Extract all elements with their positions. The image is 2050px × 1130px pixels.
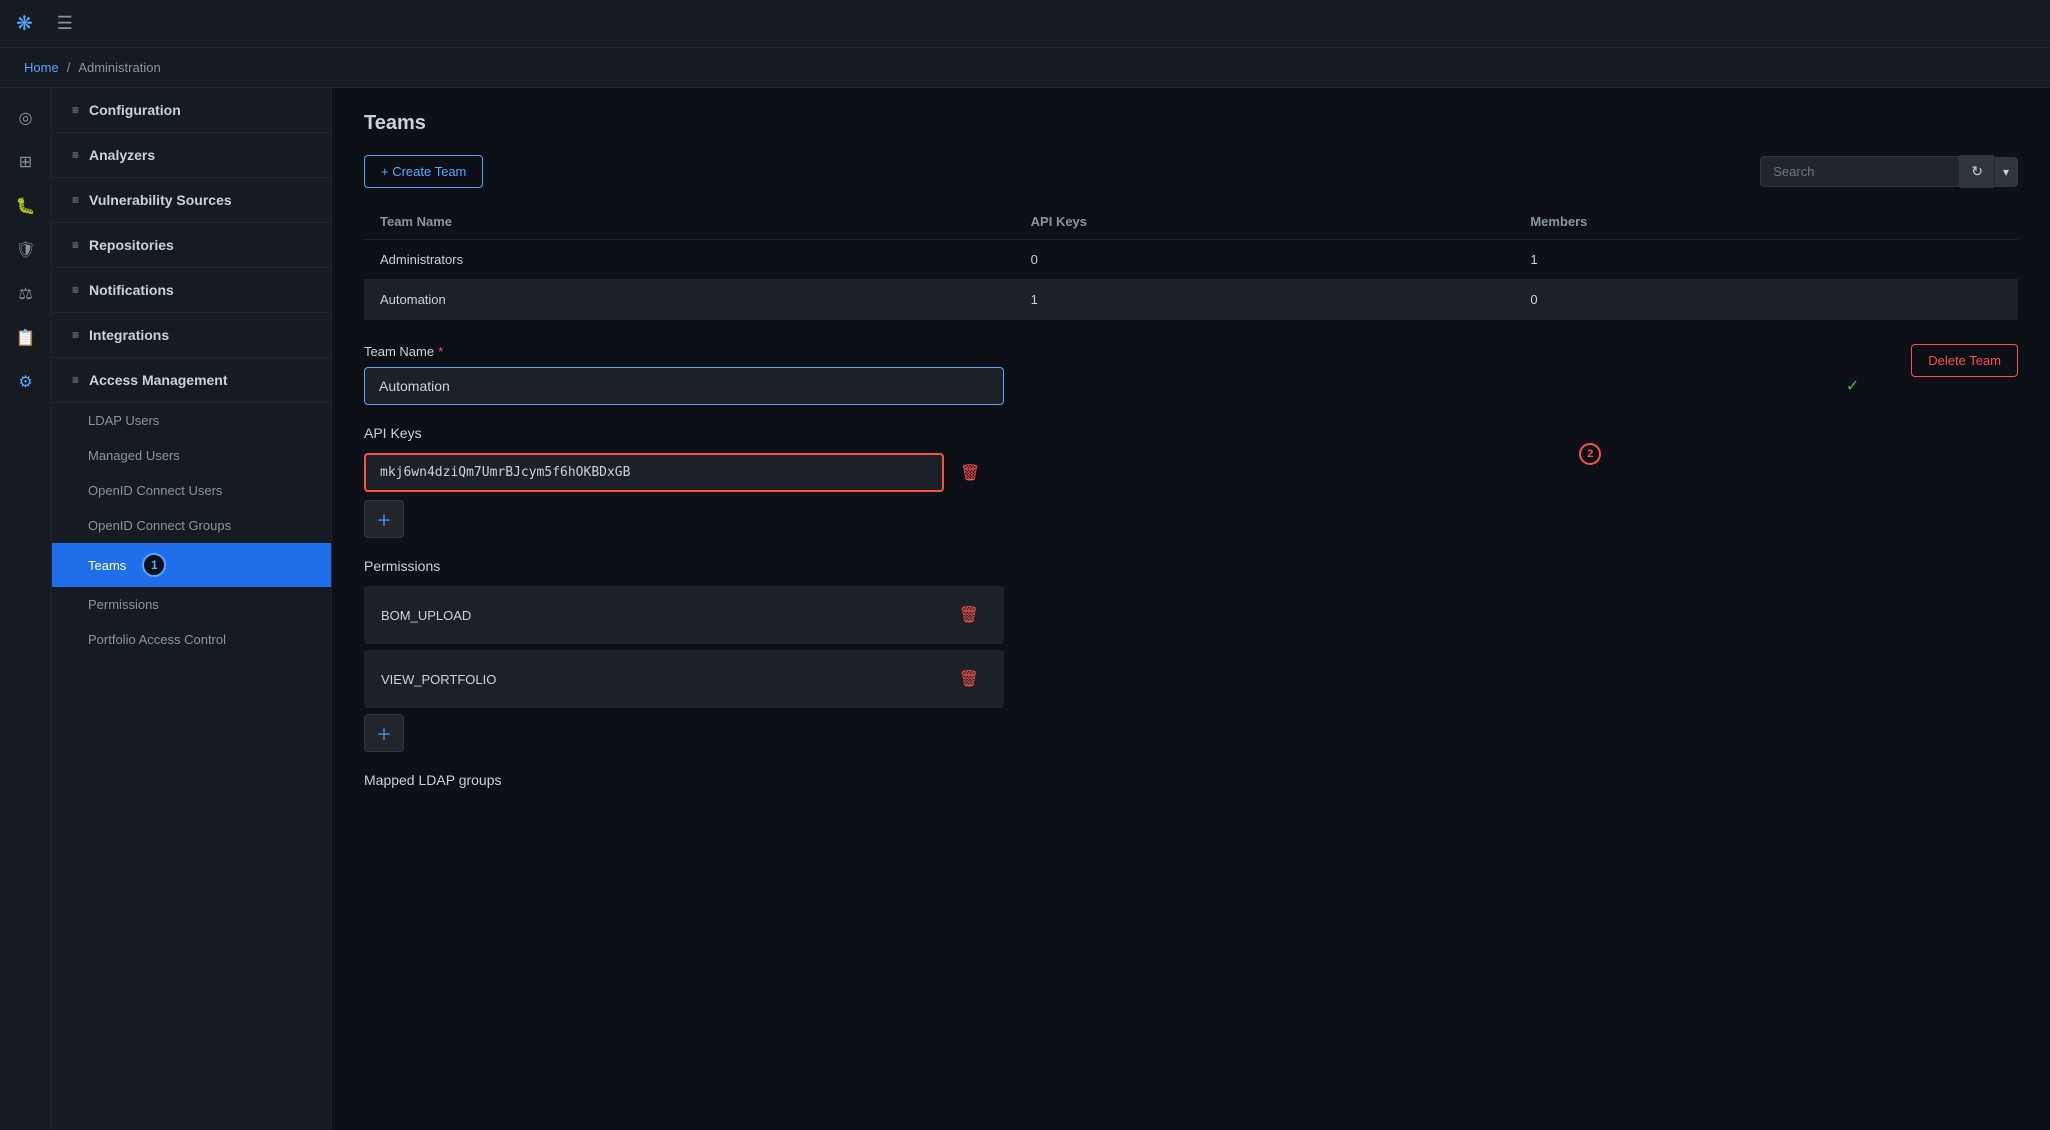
team-name-input-wrapper: ✓ bbox=[364, 367, 1871, 405]
sidebar-item-ldap-users[interactable]: LDAP Users bbox=[52, 403, 331, 438]
icon-rail: ◎ ⊞ 🐛 🛡 ⚖ 📋 ⚙ bbox=[0, 88, 52, 1130]
dropdown-button[interactable]: ▾ bbox=[1994, 157, 2018, 187]
sidebar-section-label: Notifications bbox=[89, 282, 174, 298]
sidebar-item-permissions[interactable]: Permissions bbox=[52, 587, 331, 622]
api-keys-section: API Keys 2 🗑 ＋ bbox=[364, 425, 1871, 538]
sidebar: ≡ Configuration ≡ Analyzers ≡ Vulnerabil… bbox=[52, 88, 332, 1130]
menu-lines-icon: ≡ bbox=[72, 103, 79, 117]
sidebar-section-analyzers[interactable]: ≡ Analyzers bbox=[52, 133, 331, 178]
sidebar-item-openid-connect-users[interactable]: OpenID Connect Users bbox=[52, 473, 331, 508]
nav-gear[interactable]: ⚙ bbox=[8, 364, 44, 400]
api-key-input[interactable] bbox=[364, 453, 944, 492]
sidebar-section-label: Integrations bbox=[89, 327, 169, 343]
delete-team-button[interactable]: Delete Team bbox=[1911, 344, 2018, 377]
sidebar-section-repositories[interactable]: ≡ Repositories bbox=[52, 223, 331, 268]
delete-api-key-button[interactable]: 🗑 bbox=[952, 455, 988, 491]
search-group: ↻ ▾ bbox=[1760, 155, 2018, 188]
sidebar-section-vulnerability-sources[interactable]: ≡ Vulnerability Sources bbox=[52, 178, 331, 223]
menu-lines-icon: ≡ bbox=[72, 373, 79, 387]
mapped-ldap-label: Mapped LDAP groups bbox=[364, 772, 1871, 788]
sidebar-section-label: Vulnerability Sources bbox=[89, 192, 232, 208]
content-area: Teams + Create Team ↻ ▾ Team Name API Ke… bbox=[332, 88, 2050, 1130]
delete-permission-button[interactable]: 🗑 bbox=[951, 597, 987, 633]
api-key-row: 2 🗑 bbox=[364, 453, 1871, 492]
table-row[interactable]: Administrators 0 1 bbox=[364, 240, 2018, 280]
col-api-keys: API Keys bbox=[1015, 204, 1515, 240]
add-permission-button[interactable]: ＋ bbox=[364, 714, 404, 752]
sidebar-section-configuration[interactable]: ≡ Configuration bbox=[52, 88, 331, 133]
permission-row: BOM_UPLOAD 🗑 bbox=[364, 586, 1004, 644]
members-cell: 1 bbox=[1514, 240, 2018, 280]
breadcrumb-current: Administration bbox=[78, 60, 160, 75]
sidebar-item-openid-connect-groups[interactable]: OpenID Connect Groups bbox=[52, 508, 331, 543]
api-keys-cell: 1 bbox=[1015, 280, 1515, 320]
app-logo: ❋ bbox=[16, 11, 33, 36]
sidebar-section-label: Configuration bbox=[89, 102, 181, 118]
form-header: Team Name * ✓ API Keys 2 🗑 bbox=[364, 344, 2018, 808]
sidebar-section-label: Access Management bbox=[89, 372, 228, 388]
breadcrumb-separator: / bbox=[67, 60, 71, 75]
nav-dashboard[interactable]: ◎ bbox=[8, 100, 44, 136]
permission-row: VIEW_PORTFOLIO 🗑 bbox=[364, 650, 1004, 708]
main-layout: ◎ ⊞ 🐛 🛡 ⚖ 📋 ⚙ ≡ Configuration ≡ Analyzer… bbox=[0, 88, 2050, 1130]
menu-lines-icon: ≡ bbox=[72, 148, 79, 162]
sidebar-section-integrations[interactable]: ≡ Integrations bbox=[52, 313, 331, 358]
sidebar-item-managed-users[interactable]: Managed Users bbox=[52, 438, 331, 473]
nav-hierarchy[interactable]: ⊞ bbox=[8, 144, 44, 180]
api-keys-cell: 0 bbox=[1015, 240, 1515, 280]
permission-name: BOM_UPLOAD bbox=[381, 608, 471, 623]
search-input[interactable] bbox=[1760, 156, 1960, 187]
menu-lines-icon: ≡ bbox=[72, 283, 79, 297]
nav-scale[interactable]: ⚖ bbox=[8, 276, 44, 312]
permission-name: VIEW_PORTFOLIO bbox=[381, 672, 496, 687]
required-indicator: * bbox=[438, 344, 443, 359]
team-name-cell: Administrators bbox=[364, 240, 1015, 280]
sidebar-section-access-management[interactable]: ≡ Access Management bbox=[52, 358, 331, 403]
team-name-section: Team Name * ✓ bbox=[364, 344, 1871, 405]
api-key-badge: 2 bbox=[1579, 443, 1601, 465]
sidebar-item-portfolio-access-control[interactable]: Portfolio Access Control bbox=[52, 622, 331, 657]
topbar: ❋ ☰ bbox=[0, 0, 2050, 48]
add-api-key-button[interactable]: ＋ bbox=[364, 500, 404, 538]
col-members: Members bbox=[1514, 204, 2018, 240]
team-name-cell: Automation bbox=[364, 280, 1015, 320]
delete-permission-button[interactable]: 🗑 bbox=[951, 661, 987, 697]
breadcrumb-home[interactable]: Home bbox=[24, 60, 59, 75]
sidebar-item-teams[interactable]: Teams 1 bbox=[52, 543, 331, 587]
nav-shield[interactable]: 🛡 bbox=[8, 232, 44, 268]
toolbar: + Create Team ↻ ▾ bbox=[364, 155, 2018, 188]
team-name-label: Team Name * bbox=[364, 344, 1871, 359]
members-cell: 0 bbox=[1514, 280, 2018, 320]
nav-bug[interactable]: 🐛 bbox=[8, 188, 44, 224]
check-icon: ✓ bbox=[1846, 376, 1859, 396]
refresh-button[interactable]: ↻ bbox=[1960, 155, 1994, 188]
page-title: Teams bbox=[364, 112, 2018, 135]
sidebar-item-teams-label: Teams bbox=[88, 558, 126, 573]
delete-team-wrapper: Delete Team bbox=[1911, 344, 2018, 377]
permissions-label: Permissions bbox=[364, 558, 1871, 574]
create-team-button[interactable]: + Create Team bbox=[364, 155, 483, 188]
mapped-ldap-section: Mapped LDAP groups bbox=[364, 772, 1871, 788]
teams-active-badge: 1 bbox=[142, 553, 166, 577]
nav-document[interactable]: 📋 bbox=[8, 320, 44, 356]
permissions-section: Permissions BOM_UPLOAD 🗑 VIEW_PORTFOLIO … bbox=[364, 558, 1871, 752]
menu-lines-icon: ≡ bbox=[72, 193, 79, 207]
api-keys-label: API Keys bbox=[364, 425, 1871, 441]
form-left: Team Name * ✓ API Keys 2 🗑 bbox=[364, 344, 1871, 808]
teams-table: Team Name API Keys Members Administrator… bbox=[364, 204, 2018, 320]
breadcrumb: Home / Administration bbox=[0, 48, 2050, 88]
menu-lines-icon: ≡ bbox=[72, 238, 79, 252]
menu-lines-icon: ≡ bbox=[72, 328, 79, 342]
menu-toggle[interactable]: ☰ bbox=[57, 13, 73, 34]
sidebar-section-label: Repositories bbox=[89, 237, 174, 253]
sidebar-section-label: Analyzers bbox=[89, 147, 155, 163]
col-team-name: Team Name bbox=[364, 204, 1015, 240]
sidebar-section-notifications[interactable]: ≡ Notifications bbox=[52, 268, 331, 313]
table-row[interactable]: Automation 1 0 bbox=[364, 280, 2018, 320]
team-name-input[interactable] bbox=[364, 367, 1004, 405]
